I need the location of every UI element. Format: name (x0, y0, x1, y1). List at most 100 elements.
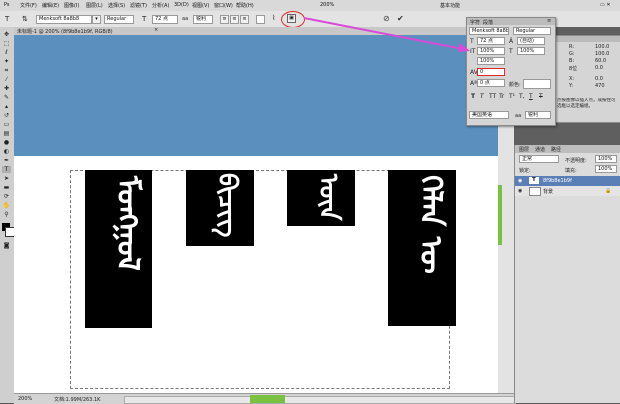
align-right-icon[interactable]: ≡ (240, 15, 249, 24)
move-tool-icon[interactable]: ✥ (2, 31, 11, 38)
mongolian-word-4: ᠬᠡᠯᠡᠨ ᠦ (388, 170, 456, 326)
orientation-icon[interactable]: ⇅ (22, 15, 28, 23)
healing-brush-icon[interactable]: ✚ (2, 85, 11, 92)
zoom-level[interactable]: 200% (320, 2, 334, 8)
shape-tool-icon[interactable]: ▬ (2, 184, 11, 191)
marquee-tool-icon[interactable]: ⬚ (2, 40, 11, 47)
char-font-style[interactable]: Regular (513, 27, 551, 35)
char-vertical-scale[interactable]: 100% (477, 47, 505, 55)
font-style-select[interactable]: Regular (104, 15, 134, 24)
char-tracking[interactable]: 0 (477, 68, 505, 76)
tab-paths[interactable]: 路径 (551, 146, 561, 153)
visibility-eye-icon-bg[interactable]: ◉ (518, 188, 522, 194)
type-tool-icon[interactable]: T (2, 166, 11, 173)
layer-name-text[interactable]: 8f9b8e1b9f (543, 178, 572, 184)
superscript-icon[interactable]: T¹ (509, 93, 515, 100)
workspace-label[interactable]: 基本功能 (440, 2, 460, 9)
info-b-value: 60.0 (595, 58, 607, 64)
hand-tool-icon[interactable]: ✋ (2, 202, 11, 209)
small-caps-icon[interactable]: Tr (499, 93, 504, 100)
text-tool-icon[interactable]: T (5, 15, 9, 23)
char-leading[interactable]: (自动) (517, 37, 545, 45)
font-size-field[interactable]: 72 点 (152, 15, 178, 24)
language-select[interactable]: 美国英语 (469, 111, 509, 119)
char-antialias-select[interactable]: 锐利 (525, 111, 551, 119)
chevron-down-icon[interactable]: ▾ (92, 15, 101, 24)
stamp-tool-icon[interactable]: ▴ (2, 103, 11, 110)
window-controls[interactable]: ▭ ✕ (600, 2, 611, 8)
menu-layer[interactable]: 图层(L) (86, 2, 103, 9)
menu-view[interactable]: 视图(V) (192, 2, 209, 9)
char-horizontal-scale[interactable]: 100% (517, 47, 545, 55)
menu-help[interactable]: 帮助(H) (236, 2, 254, 9)
fill-field[interactable]: 100% (595, 165, 617, 173)
menu-edit[interactable]: 编辑(E) (42, 2, 59, 9)
faux-italic-icon[interactable]: T (480, 93, 484, 100)
3d-rotate-icon[interactable]: ⟳ (2, 193, 11, 200)
status-zoom[interactable]: 200% (18, 396, 32, 402)
layers-tabs: 图层 通道 路径 (515, 145, 620, 153)
scrollbar-thumb[interactable] (498, 185, 502, 245)
menu-file[interactable]: 文件(F) (20, 2, 37, 9)
magic-wand-icon[interactable]: ✦ (2, 58, 11, 65)
history-brush-icon[interactable]: ↺ (2, 112, 11, 119)
align-left-icon[interactable]: ≡ (220, 15, 229, 24)
all-caps-icon[interactable]: TT (489, 93, 496, 100)
char-baseline-scale[interactable]: 100% (477, 57, 505, 65)
pointer-arrow-head (458, 43, 470, 52)
text-layer-thumbnail-icon: T (529, 177, 539, 184)
menu-3d[interactable]: 3D(D) (174, 2, 189, 8)
align-center-icon[interactable]: ≡ (230, 15, 239, 24)
info-y-label: Y: (569, 83, 574, 89)
font-family-select[interactable]: Menksoft 8a8b8 (36, 15, 92, 24)
char-baseline-shift[interactable]: 0 点 (477, 79, 505, 87)
mongolian-word-1: ᠮᠣᠩᠭᠣᠯ (85, 170, 152, 328)
info-hint: 点按图像以插入点，或按住可选框以选定编组。 (557, 98, 616, 109)
eraser-tool-icon[interactable]: ▭ (2, 121, 11, 128)
opacity-field[interactable]: 100% (595, 155, 617, 163)
blend-mode-select[interactable]: 正常 (519, 155, 559, 163)
info-y-value: 470 (595, 83, 605, 89)
crop-tool-icon[interactable]: ⌗ (2, 67, 11, 74)
menu-window[interactable]: 窗口(W) (214, 2, 233, 9)
color-swatch[interactable] (523, 79, 551, 89)
close-tab-icon[interactable]: × (154, 27, 158, 33)
text-color-swatch[interactable] (256, 15, 265, 24)
tab-paragraph[interactable]: 段落 (483, 19, 493, 26)
strikethrough-icon[interactable]: T (539, 93, 543, 100)
lasso-tool-icon[interactable]: ℓ (2, 49, 11, 56)
quick-mask-icon[interactable]: ◙ (2, 242, 11, 249)
char-font-size[interactable]: 72 点 (477, 37, 505, 45)
underline-icon[interactable]: T (529, 93, 533, 100)
document-tab[interactable]: 未标题-1 @ 200% (8f9b8e1b9f, RGB/8) (17, 28, 113, 35)
menu-filter[interactable]: 滤镜(T) (130, 2, 147, 9)
antialias-select[interactable]: 锐利 (193, 15, 213, 24)
panel-menu-icon[interactable]: ≡ (547, 18, 551, 24)
zoom-tool-icon[interactable]: ⚲ (2, 211, 11, 218)
status-bar: 200% 文档:1.99M/263.1K (14, 393, 516, 404)
menu-analysis[interactable]: 分析(A) (152, 2, 169, 9)
blur-tool-icon[interactable]: ● (2, 139, 11, 146)
layer-row-background[interactable]: ◉ 背景 🔒 (515, 186, 620, 196)
visibility-eye-icon[interactable]: ◉ (518, 178, 522, 184)
dodge-tool-icon[interactable]: ◐ (2, 148, 11, 155)
eyedropper-icon[interactable]: ⁄ (2, 76, 11, 83)
brush-tool-icon[interactable]: ✎ (2, 94, 11, 101)
info-x-value: 0.0 (595, 76, 603, 82)
layer-name-background[interactable]: 背景 (543, 188, 553, 195)
warp-text-icon[interactable]: ⌇ (272, 14, 275, 22)
gradient-tool-icon[interactable]: ▤ (2, 130, 11, 137)
mongolian-glyph-4: ᠬᠡᠯᠡᠨ ᠦ (413, 175, 448, 274)
tab-channels[interactable]: 通道 (535, 146, 545, 153)
layer-row-text[interactable]: ◉ T 8f9b8e1b9f (515, 176, 620, 186)
path-select-icon[interactable]: ➤ (2, 175, 11, 182)
horizontal-scrollbar-thumb[interactable] (250, 395, 285, 403)
faux-bold-icon[interactable]: T (471, 93, 475, 100)
ps-logo: Ps (4, 2, 10, 8)
tab-layers[interactable]: 图层 (519, 146, 529, 153)
menu-image[interactable]: 图像(I) (64, 2, 79, 9)
subscript-icon[interactable]: T, (519, 93, 525, 100)
info-g-label: G: (569, 51, 575, 57)
pen-tool-icon[interactable]: ✒ (2, 157, 11, 164)
menu-select[interactable]: 选择(S) (108, 2, 125, 9)
